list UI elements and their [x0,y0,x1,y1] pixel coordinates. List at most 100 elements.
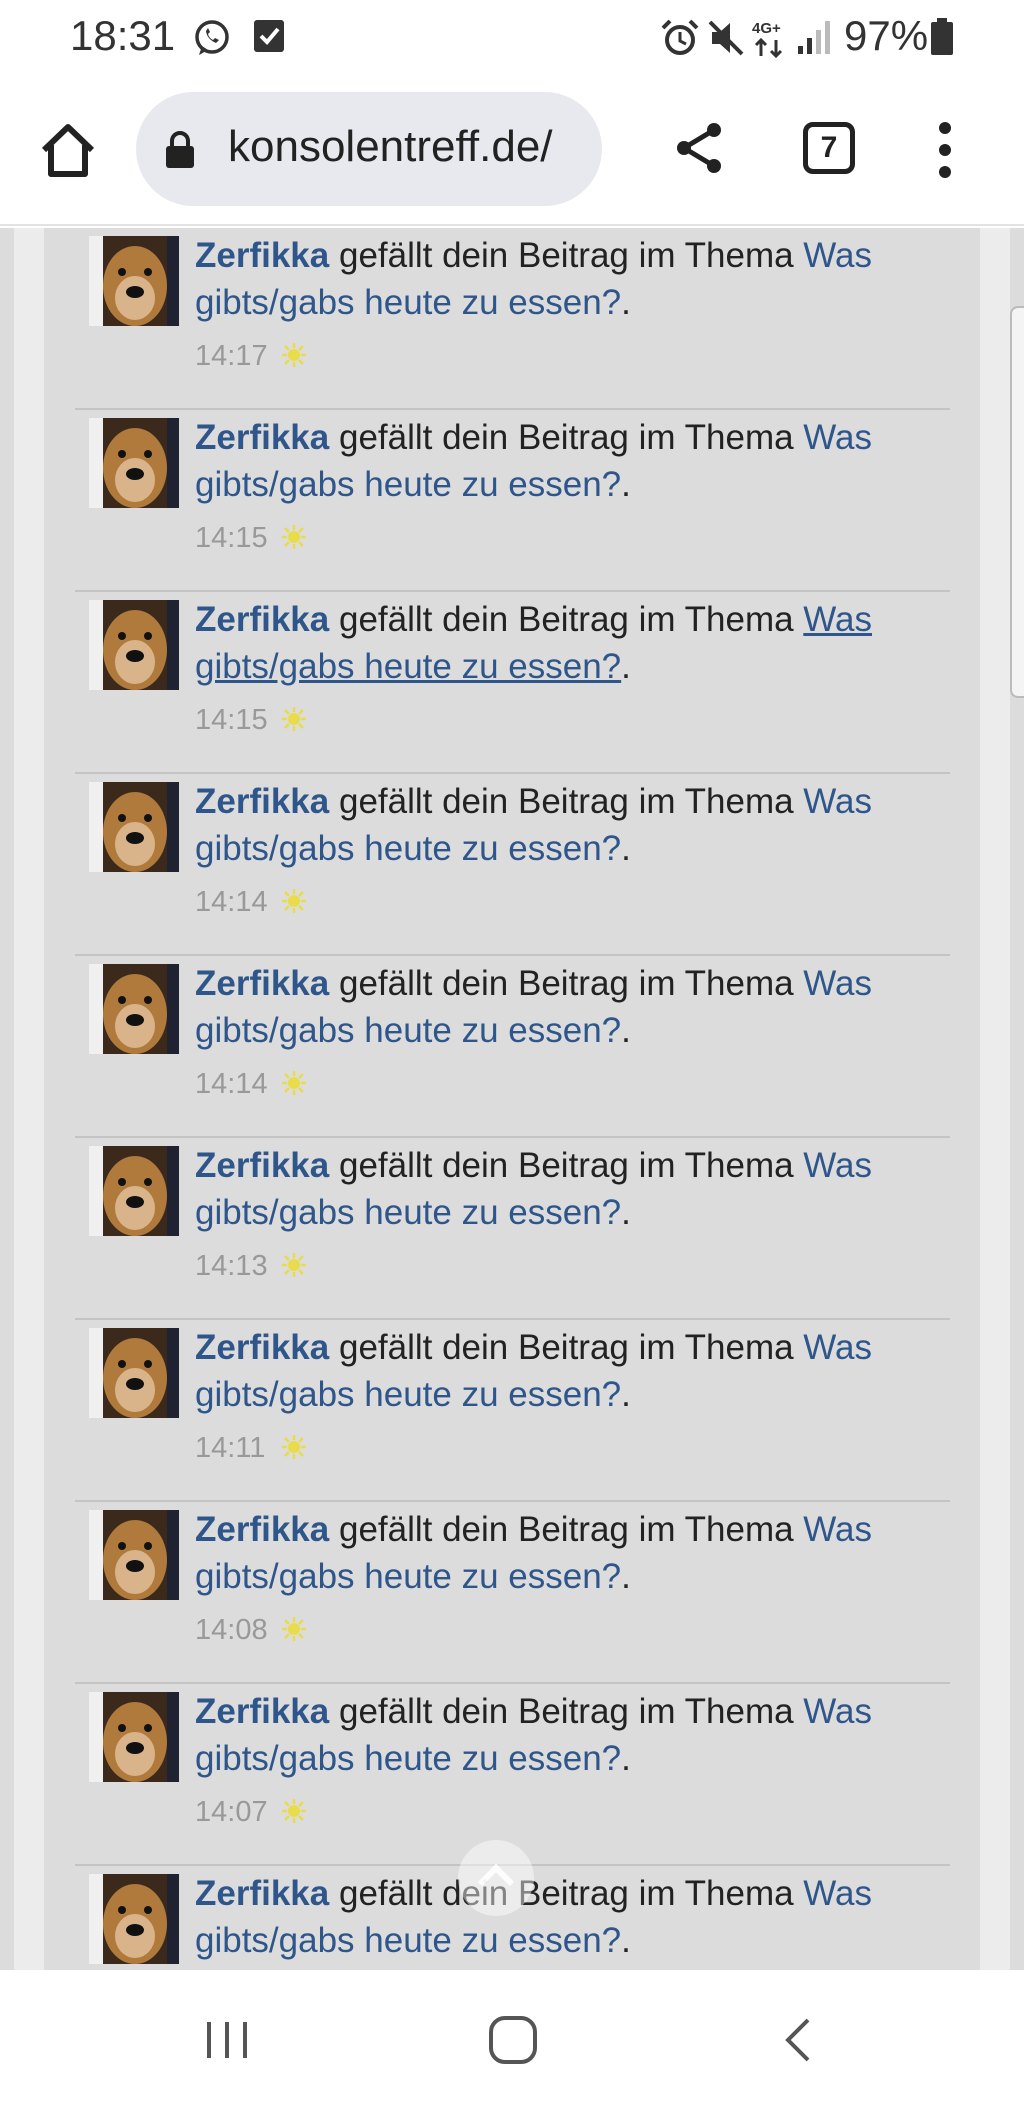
sun-icon [281,342,307,368]
sun-icon [281,1616,307,1642]
mute-icon [708,20,744,56]
avatar[interactable] [89,1692,179,1782]
notification-text: Zerfikka gefällt dein Beitrag im Thema W… [195,1688,940,1782]
avatar[interactable] [89,1874,179,1964]
sun-icon [281,524,307,550]
home-nav-icon[interactable] [483,2010,543,2070]
address-bar[interactable]: konsolentreff.de/ [136,92,602,206]
notification-end-punctuation: . [621,1011,631,1050]
notification-action-text: gefällt dein Beitrag im Thema [329,418,804,457]
notification-action-text: gefällt dein Beitrag im Thema [329,782,804,821]
sun-icon [281,1798,307,1824]
recent-apps-icon[interactable] [197,2010,257,2070]
scrollbar-thumb[interactable] [1010,306,1024,698]
notification-item: Zerfikka gefällt dein Beitrag im Thema W… [75,592,950,774]
user-link[interactable]: Zerfikka [195,1146,329,1185]
signal-icon [798,21,830,54]
notification-text: Zerfikka gefällt dein Beitrag im Thema W… [195,778,940,872]
tab-count: 7 [820,131,838,164]
status-time: 18:31 [70,12,176,59]
user-link[interactable]: Zerfikka [195,600,329,639]
notification-item: Zerfikka gefällt dein Beitrag im Thema W… [75,1684,950,1866]
url-text: konsolentreff.de/ [228,122,553,171]
checkbox-notification-icon [254,20,284,52]
share-icon[interactable] [672,120,728,176]
notification-action-text: gefällt dein Beitrag im Thema [329,1328,804,1367]
notification-item: Zerfikka gefällt dein Beitrag im Thema W… [75,1320,950,1502]
notification-text: Zerfikka gefällt dein Beitrag im Thema W… [195,1324,940,1418]
timestamp: 14:07 [195,1796,268,1828]
home-icon[interactable] [36,118,100,182]
user-link[interactable]: Zerfikka [195,418,329,457]
notification-end-punctuation: . [621,1193,631,1232]
notification-action-text: gefällt dein Beitrag im Thema [329,1692,804,1731]
more-icon[interactable] [930,120,960,180]
back-icon[interactable] [770,2010,830,2070]
tabs-button[interactable]: 7 [803,122,855,174]
user-link[interactable]: Zerfikka [195,1874,329,1913]
notification-end-punctuation: . [621,1921,631,1960]
timestamp: 14:13 [195,1250,268,1282]
notification-end-punctuation: . [621,283,631,322]
user-link[interactable]: Zerfikka [195,782,329,821]
alarm-icon [661,19,699,55]
notification-end-punctuation: . [621,1739,631,1778]
notification-item: Zerfikka gefällt dein Beitrag im Thema W… [75,1138,950,1320]
page-content[interactable]: Zerfikka gefällt dein Beitrag im Thema W… [0,228,1024,1970]
notification-text: Zerfikka gefällt dein Beitrag im Thema W… [195,960,940,1054]
timestamp: 14:11 [195,1432,266,1464]
svg-text:4G+: 4G+ [752,20,781,37]
user-link[interactable]: Zerfikka [195,1692,329,1731]
user-link[interactable]: Zerfikka [195,1328,329,1367]
notification-item: Zerfikka gefällt dein Beitrag im Thema W… [75,228,950,410]
notification-end-punctuation: . [621,647,631,686]
notification-text: Zerfikka gefällt dein Beitrag im Thema W… [195,1506,940,1600]
avatar[interactable] [89,1146,179,1236]
user-link[interactable]: Zerfikka [195,1510,329,1549]
left-margin [14,228,44,1970]
user-link[interactable]: Zerfikka [195,964,329,1003]
notification-action-text: gefällt dein Beitrag im Thema [329,1874,804,1913]
notification-action-text: gefällt dein Beitrag im Thema [329,236,804,275]
timestamp: 14:14 [195,886,268,918]
timestamp: 14:14 [195,1068,268,1100]
avatar[interactable] [89,1328,179,1418]
avatar[interactable] [89,964,179,1054]
notification-item: Zerfikka gefällt dein Beitrag im Thema W… [75,774,950,956]
avatar[interactable] [89,782,179,872]
timestamp: 14:15 [195,704,268,736]
avatar[interactable] [89,418,179,508]
notification-text: Zerfikka gefällt dein Beitrag im Thema W… [195,596,940,690]
user-link[interactable]: Zerfikka [195,236,329,275]
notification-text: Zerfikka gefällt dein Beitrag im Thema W… [195,1142,940,1236]
sun-icon [281,888,307,914]
timestamp: 14:17 [195,340,268,372]
sun-icon [281,1070,307,1096]
avatar[interactable] [89,1510,179,1600]
lock-icon [166,131,194,168]
system-nav-bar [0,1970,1024,2105]
battery-icon [931,18,953,55]
status-bar: 18:31 4G+ 97% [0,0,1024,72]
avatar[interactable] [89,236,179,326]
browser-toolbar: konsolentreff.de/ 7 [0,72,1024,226]
notification-action-text: gefällt dein Beitrag im Thema [329,1510,804,1549]
notification-text: Zerfikka gefällt dein Beitrag im Thema W… [195,1870,940,1964]
notification-text: Zerfikka gefällt dein Beitrag im Thema W… [195,232,940,326]
sun-icon [281,1434,307,1460]
battery-percent: 97% [844,12,929,59]
scroll-to-top-button[interactable] [458,1840,534,1916]
sun-icon [281,1252,307,1278]
avatar[interactable] [89,600,179,690]
whatsapp-icon [195,20,229,55]
notification-action-text: gefällt dein Beitrag im Thema [329,1146,804,1185]
notification-item: Zerfikka gefällt dein Beitrag im Thema W… [75,1502,950,1684]
sun-icon [281,706,307,732]
notification-end-punctuation: . [621,1557,631,1596]
notification-action-text: gefällt dein Beitrag im Thema [329,964,804,1003]
notification-action-text: gefällt dein Beitrag im Thema [329,600,804,639]
notification-item: Zerfikka gefällt dein Beitrag im Thema W… [75,956,950,1138]
notification-end-punctuation: . [621,829,631,868]
notification-end-punctuation: . [621,1375,631,1414]
notification-text: Zerfikka gefällt dein Beitrag im Thema W… [195,414,940,508]
